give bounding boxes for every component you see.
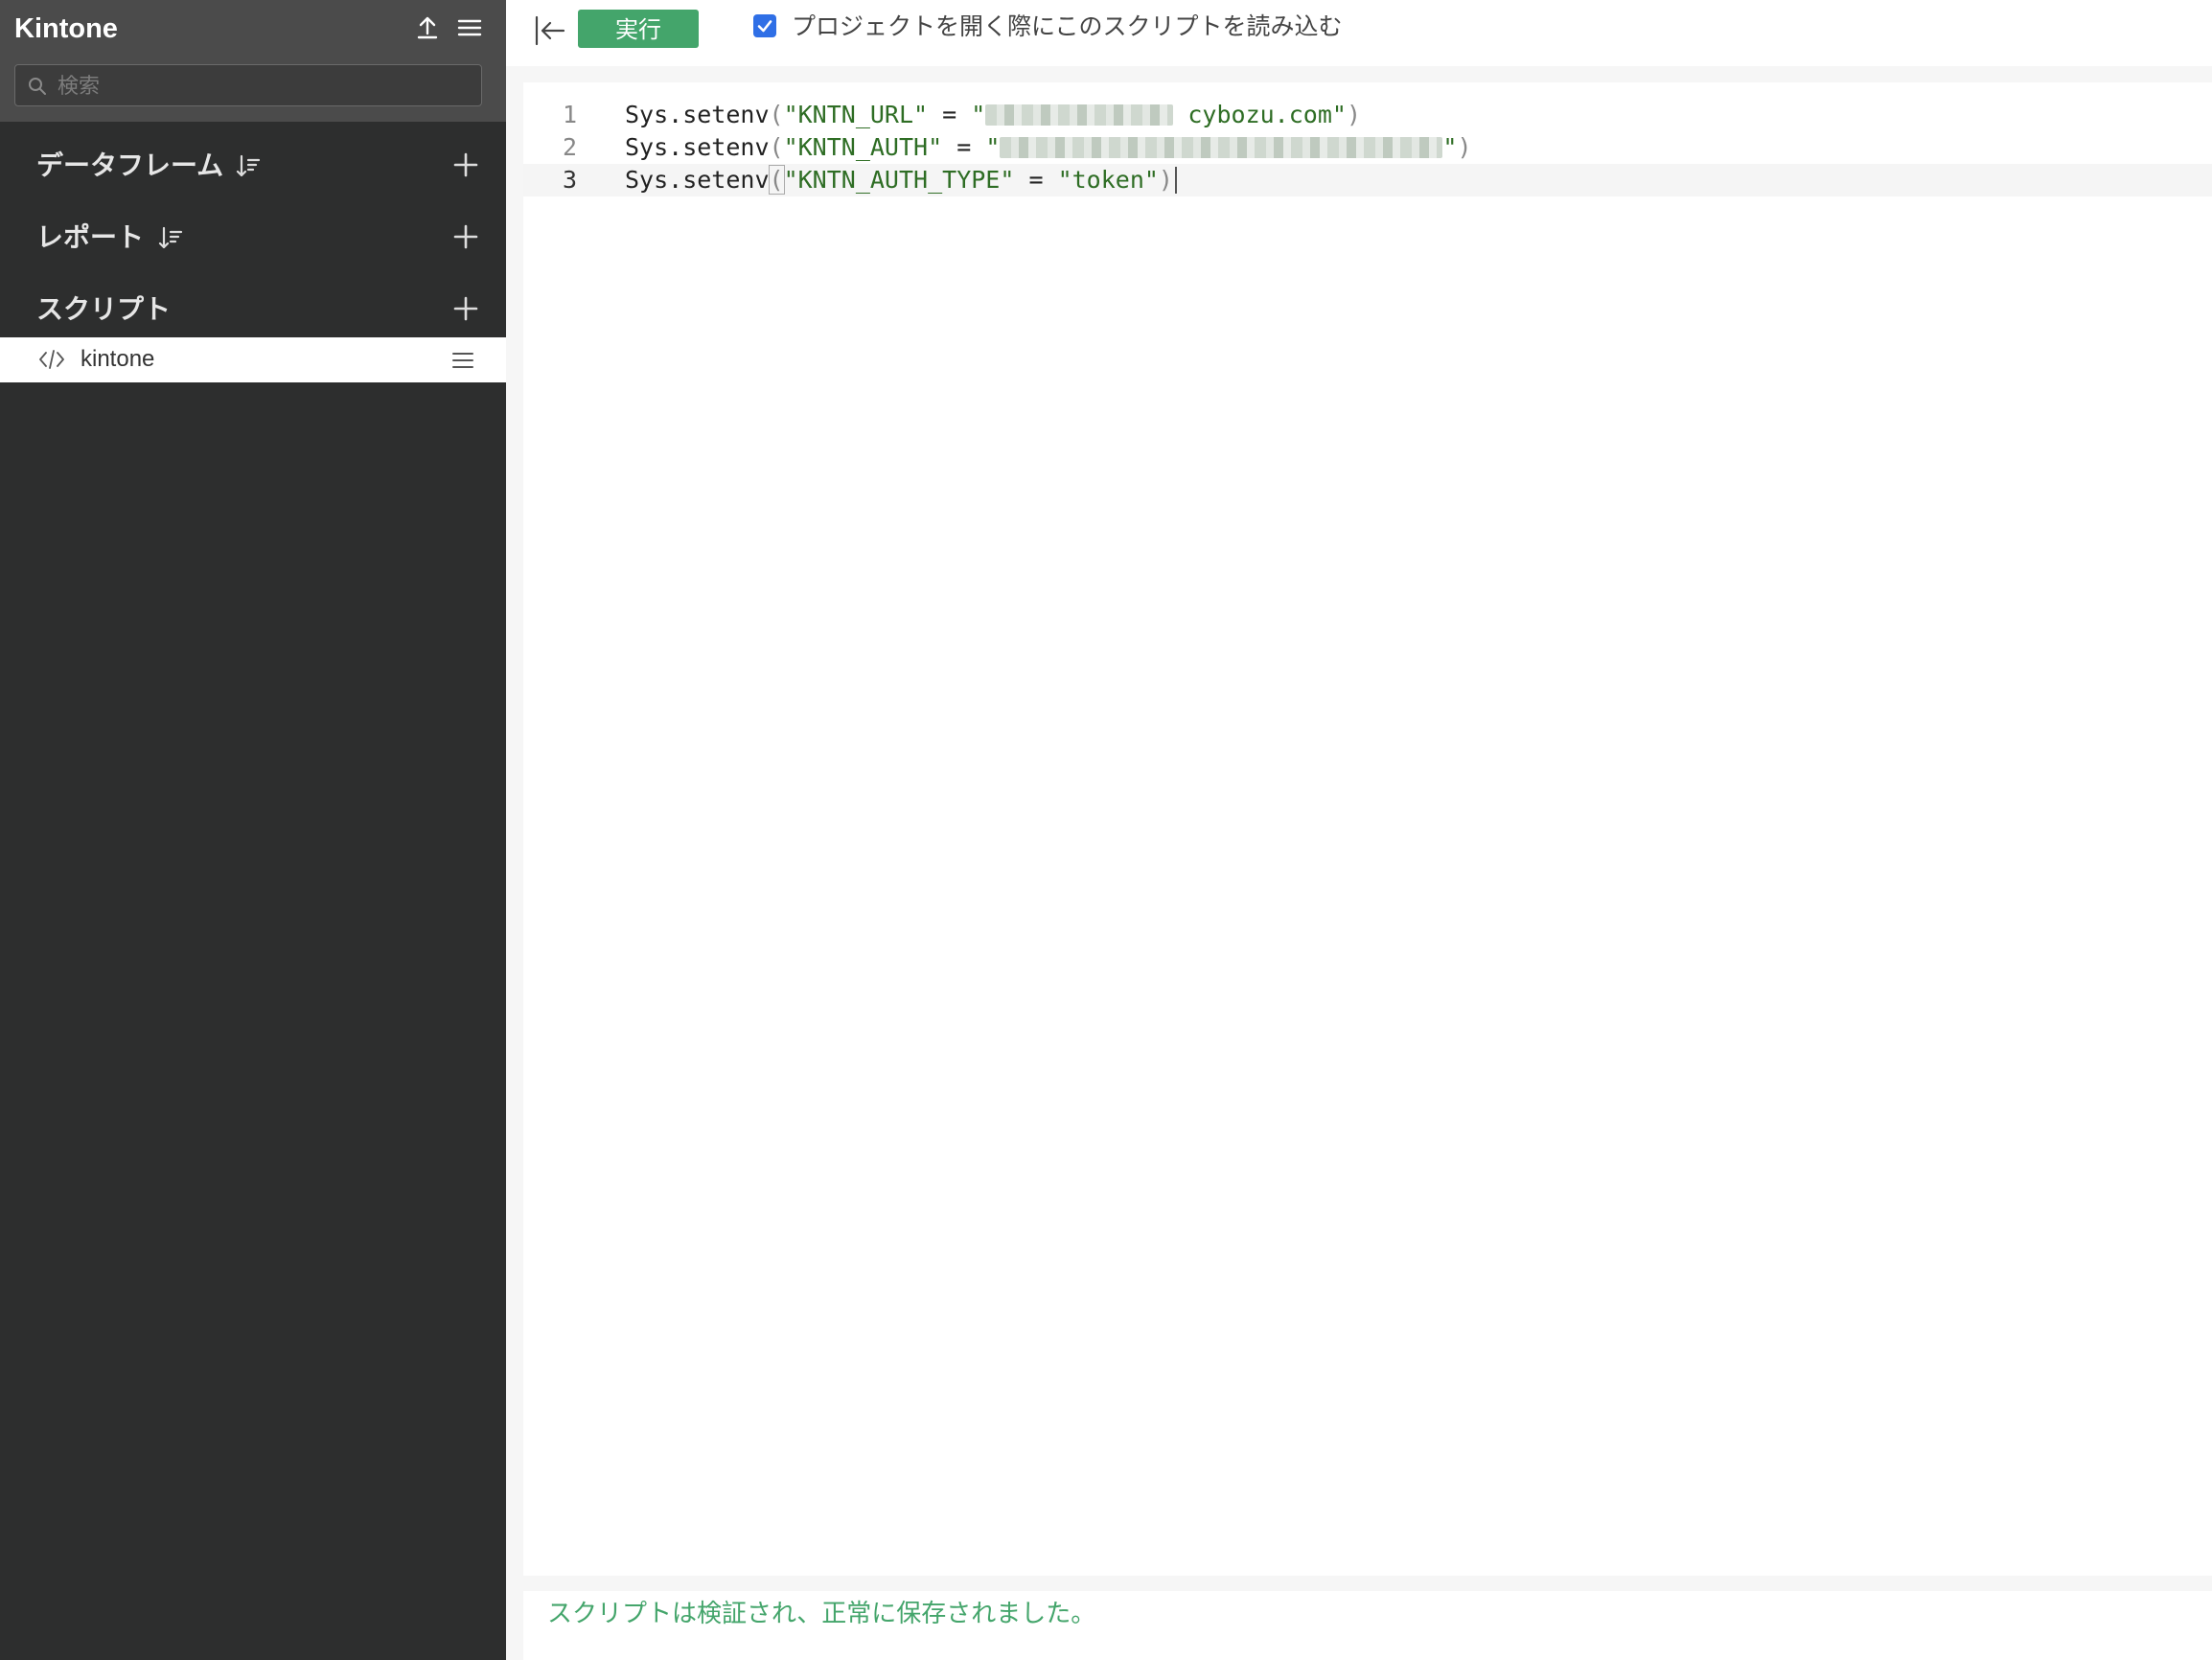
toolbar: 実行 プロジェクトを開く際にこのスクリプトを読み込む: [506, 0, 2212, 59]
code-icon: [39, 350, 64, 369]
run-button[interactable]: 実行: [578, 10, 699, 48]
upload-icon[interactable]: [413, 13, 442, 42]
code-line: 1 Sys.setenv("KNTN_URL" = " cybozu.com"): [523, 99, 2212, 131]
checkmark-icon: [757, 20, 772, 33]
divider: [523, 1576, 2212, 1591]
sort-icon[interactable]: [234, 152, 263, 181]
section-scripts-label: スクリプト: [36, 293, 172, 325]
add-script-icon[interactable]: [451, 294, 480, 323]
script-item-kintone[interactable]: kintone: [0, 337, 506, 382]
line-number: 2: [562, 133, 577, 161]
divider: [506, 66, 2212, 82]
autoload-label[interactable]: プロジェクトを開く際にこのスクリプトを読み込む: [792, 10, 1343, 44]
app-title: Kintone: [14, 13, 118, 44]
sort-icon[interactable]: [156, 224, 185, 253]
code-line: 3 Sys.setenv("KNTN_AUTH_TYPE" = "token"): [523, 164, 2212, 196]
redacted-value: [985, 104, 1174, 126]
code-line: 2 Sys.setenv("KNTN_AUTH" = " "): [523, 131, 2212, 164]
code-text: Sys.setenv("KNTN_URL" = " cybozu.com"): [625, 101, 1362, 128]
item-menu-icon[interactable]: [449, 347, 476, 374]
text-cursor: [1174, 167, 1177, 194]
status-message: スクリプトは検証され、正常に保存されました。: [547, 1600, 1096, 1628]
autoload-checkbox[interactable]: [753, 14, 776, 37]
search-icon: [29, 78, 46, 95]
code-editor[interactable]: 1 Sys.setenv("KNTN_URL" = " cybozu.com")…: [523, 82, 2212, 1576]
section-reports-label: レポート: [36, 221, 145, 253]
collapse-sidebar-icon[interactable]: [531, 13, 569, 48]
section-dataframes: データフレーム: [0, 137, 506, 195]
line-number: 1: [562, 101, 577, 128]
search-box: [14, 64, 482, 106]
add-dataframe-icon[interactable]: [451, 150, 480, 179]
line-number: 3: [562, 166, 577, 194]
code-text: Sys.setenv("KNTN_AUTH_TYPE" = "token"): [625, 164, 1177, 196]
redacted-value: [1000, 137, 1443, 158]
hamburger-menu-icon[interactable]: [455, 13, 484, 42]
section-reports: レポート: [0, 209, 506, 266]
section-scripts: スクリプト: [0, 281, 506, 338]
main-panel: 実行 プロジェクトを開く際にこのスクリプトを読み込む 1 Sys.setenv(…: [506, 0, 2212, 1660]
divider: [506, 82, 523, 1660]
section-dataframes-label: データフレーム: [36, 150, 224, 181]
sidebar-header: Kintone: [0, 0, 506, 122]
search-input[interactable]: [56, 69, 472, 104]
add-report-icon[interactable]: [451, 222, 480, 251]
script-item-label: kintone: [81, 346, 155, 372]
code-text: Sys.setenv("KNTN_AUTH" = " "): [625, 133, 1472, 161]
sidebar: Kintone データフレーム レポート スクリプト kintone: [0, 0, 506, 1660]
